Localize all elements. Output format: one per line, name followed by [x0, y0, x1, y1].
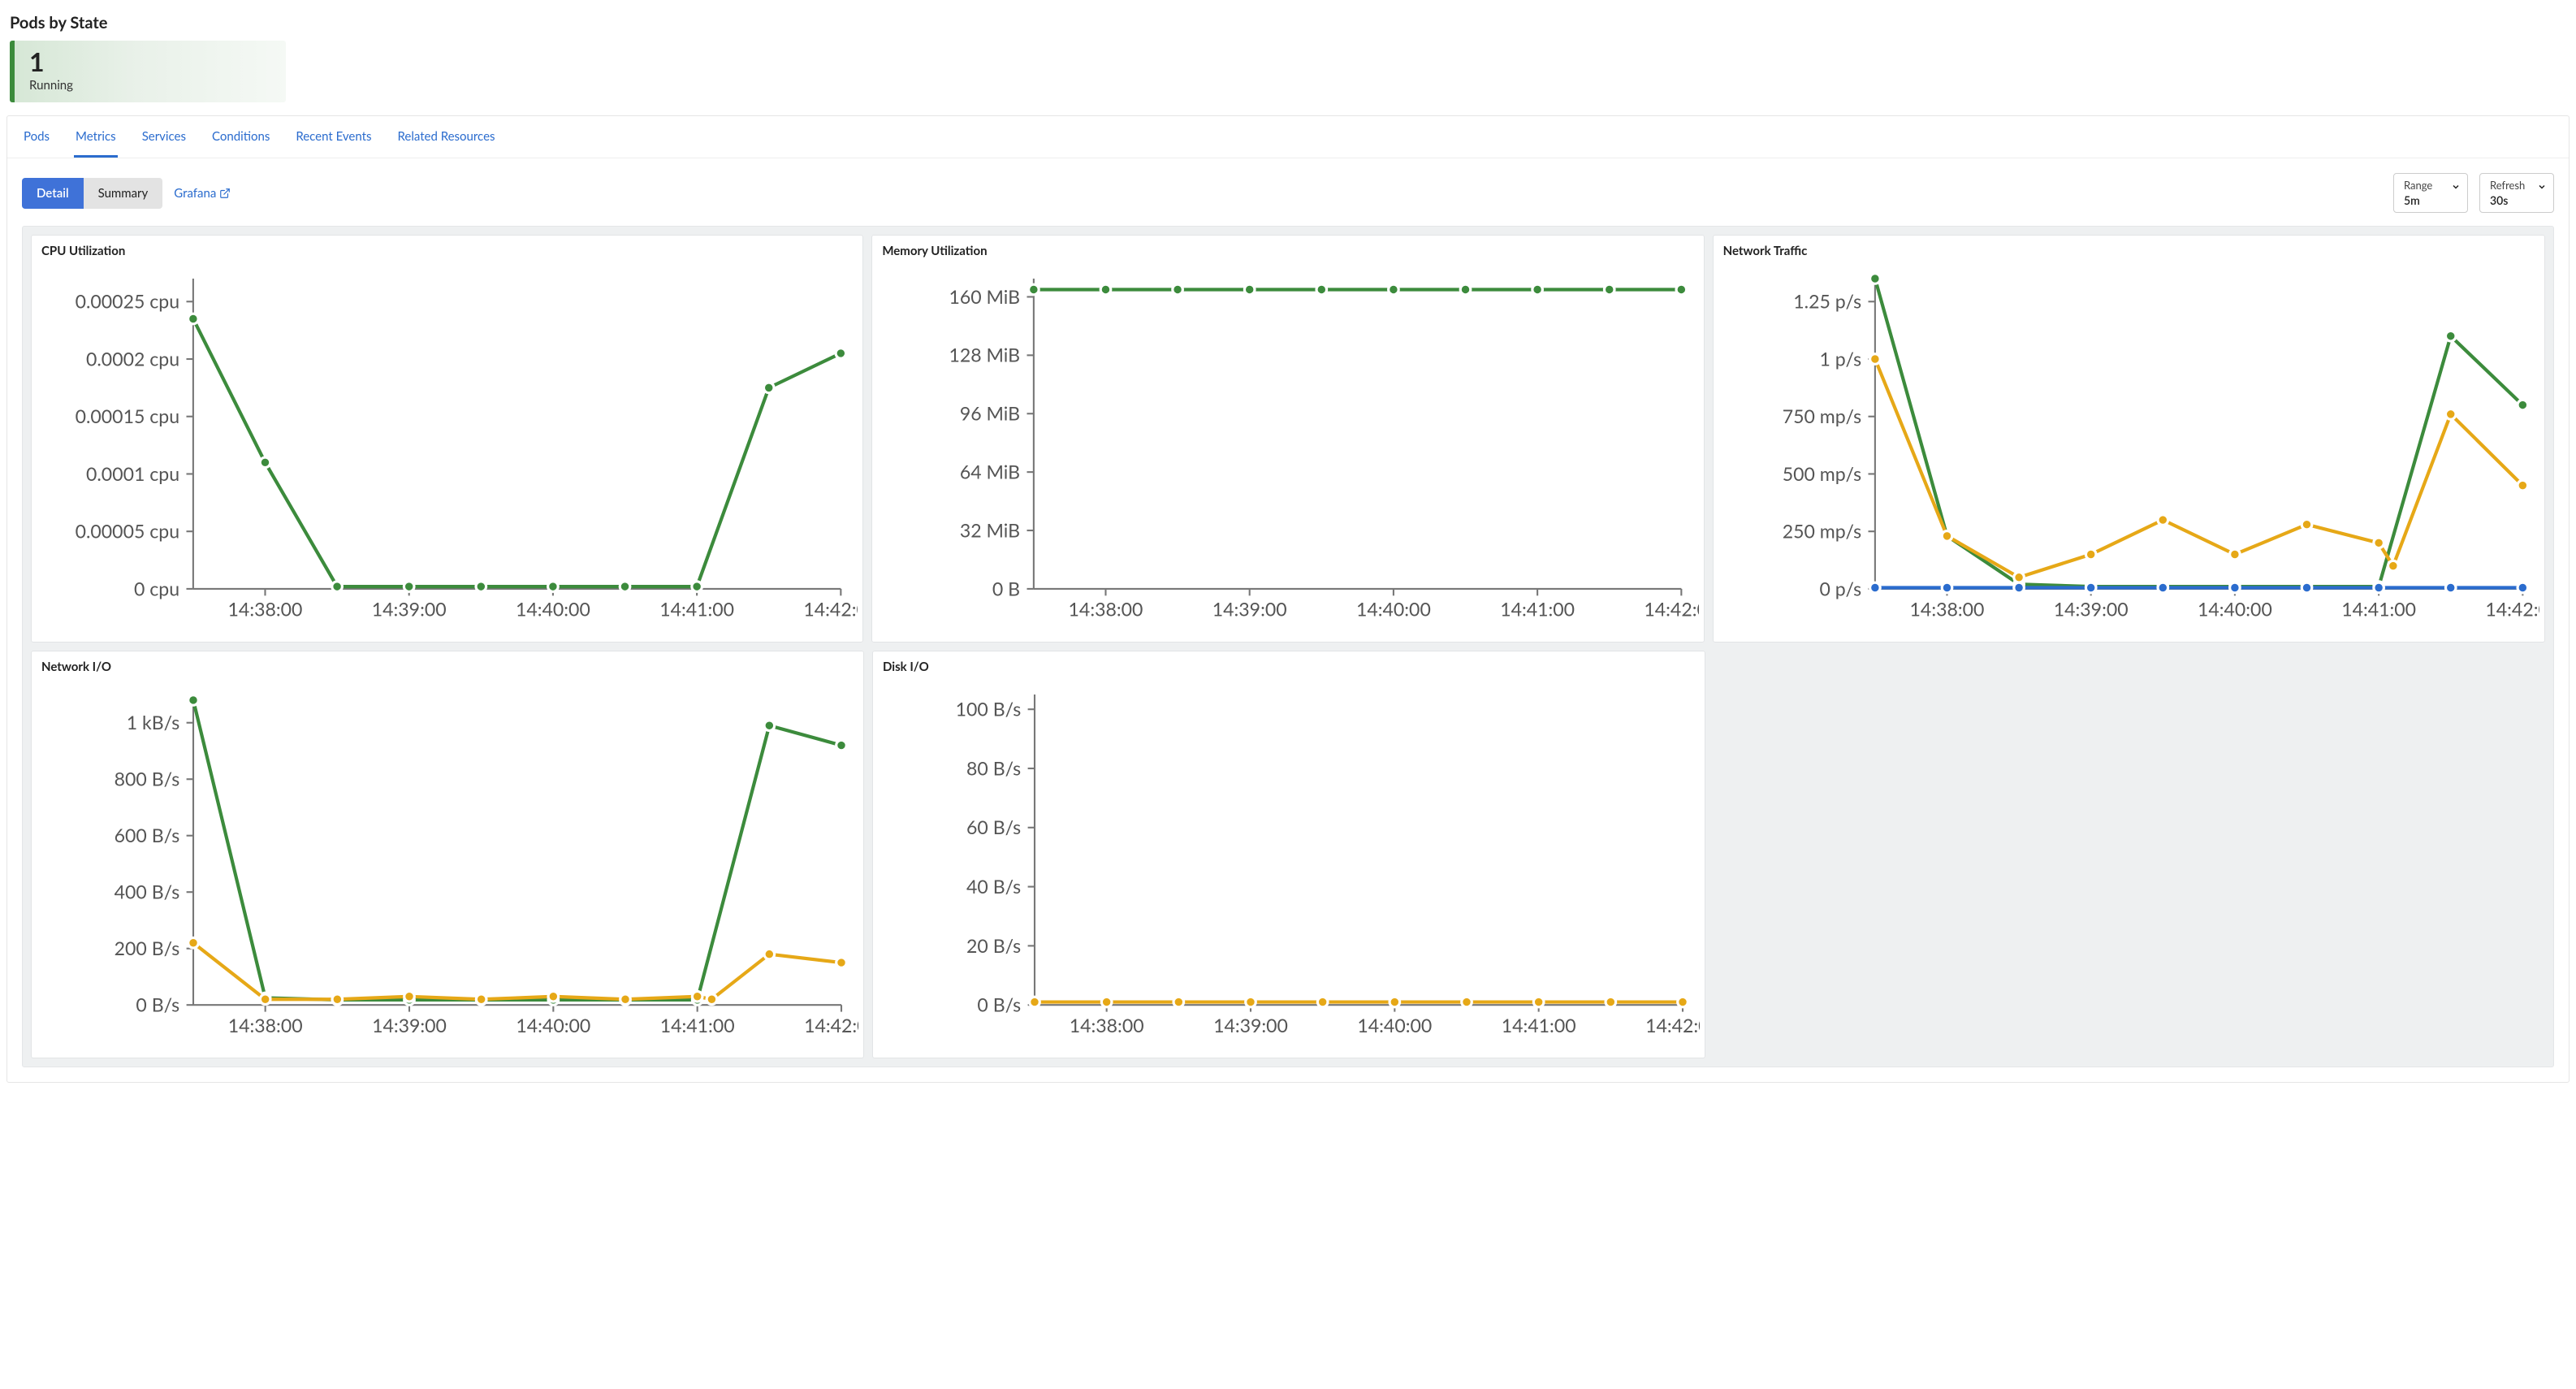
- chart-card-memory: Memory Utilization 0 B 32 MiB 64 MiB 96 MiB…: [871, 235, 1704, 643]
- stat-label: Running: [29, 78, 271, 93]
- svg-text:750 mp/s: 750 mp/s: [1782, 405, 1861, 427]
- svg-text:14:41:00: 14:41:00: [2341, 598, 2416, 621]
- svg-text:14:42:00: 14:42:00: [1645, 598, 1699, 621]
- svg-text:14:39:00: 14:39:00: [1213, 1013, 1288, 1036]
- summary-button[interactable]: Summary: [84, 178, 163, 209]
- svg-text:0.0002 cpu: 0.0002 cpu: [86, 347, 179, 370]
- chart-grid: CPU Utilization 0 cpu 0.00005 cpu 0.0001 c…: [22, 226, 2554, 1067]
- svg-text:60 B/s: 60 B/s: [966, 816, 1021, 838]
- svg-text:128 MiB: 128 MiB: [949, 344, 1021, 366]
- chevron-down-icon: [2451, 182, 2461, 192]
- svg-text:0.00005 cpu: 0.00005 cpu: [76, 520, 180, 543]
- svg-text:0 B/s: 0 B/s: [977, 993, 1021, 1015]
- svg-text:14:42:00: 14:42:00: [803, 598, 858, 621]
- svg-text:200 B/s: 200 B/s: [115, 937, 180, 959]
- tab-conditions[interactable]: Conditions: [210, 124, 271, 158]
- svg-text:14:38:00: 14:38:00: [228, 598, 303, 621]
- svg-text:40 B/s: 40 B/s: [966, 875, 1021, 898]
- svg-text:160 MiB: 160 MiB: [949, 285, 1021, 308]
- svg-text:400 B/s: 400 B/s: [115, 880, 180, 902]
- stat-value: 1: [29, 49, 271, 75]
- tab-metrics[interactable]: Metrics: [74, 124, 118, 158]
- section-title: Pods by State: [10, 13, 2566, 32]
- chart-network-io: 0 B/s 200 B/s 400 B/s 600 B/s 800 B/s 1 kB/s 1…: [40, 677, 858, 1053]
- detail-button[interactable]: Detail: [22, 178, 84, 209]
- svg-text:14:41:00: 14:41:00: [1502, 1013, 1576, 1036]
- grafana-link-label: Grafana: [174, 186, 216, 201]
- svg-text:14:41:00: 14:41:00: [1501, 598, 1575, 621]
- chart-title: Network I/O: [41, 660, 858, 674]
- svg-text:14:39:00: 14:39:00: [2053, 598, 2128, 621]
- chart-title: CPU Utilization: [41, 244, 858, 258]
- chart-title: Network Traffic: [1723, 244, 2539, 258]
- svg-text:64 MiB: 64 MiB: [960, 461, 1020, 483]
- chart-network-traffic: 0 p/s 250 mp/s 500 mp/s 750 mp/s 1 p/s 1.25 p…: [1722, 262, 2539, 637]
- svg-text:14:38:00: 14:38:00: [1070, 1013, 1144, 1036]
- svg-text:0.00015 cpu: 0.00015 cpu: [76, 405, 180, 427]
- refresh-value: 30s: [2490, 193, 2529, 207]
- chart-cpu: 0 cpu 0.00005 cpu 0.0001 cpu 0.00015 cpu 0.0…: [40, 262, 858, 637]
- svg-text:14:39:00: 14:39:00: [372, 1013, 447, 1036]
- svg-text:14:41:00: 14:41:00: [659, 598, 734, 621]
- tab-related-resources[interactable]: Related Resources: [395, 124, 496, 158]
- svg-text:250 mp/s: 250 mp/s: [1782, 520, 1861, 543]
- refresh-dropdown[interactable]: Refresh 30s: [2479, 173, 2554, 213]
- svg-text:96 MiB: 96 MiB: [960, 402, 1020, 425]
- svg-text:0.00025 cpu: 0.00025 cpu: [76, 290, 180, 313]
- svg-text:1 p/s: 1 p/s: [1819, 347, 1861, 370]
- svg-text:14:40:00: 14:40:00: [1356, 598, 1431, 621]
- svg-text:14:40:00: 14:40:00: [1357, 1013, 1432, 1036]
- svg-text:0 B: 0 B: [992, 577, 1020, 599]
- chart-title: Disk I/O: [883, 660, 1700, 674]
- svg-text:14:38:00: 14:38:00: [1909, 598, 1984, 621]
- svg-text:0 cpu: 0 cpu: [134, 577, 179, 599]
- svg-text:14:40:00: 14:40:00: [2198, 598, 2272, 621]
- chart-card-disk-io: Disk I/O 0 B/s 20 B/s 40 B/s 60 B/s 80 B/s 10…: [872, 651, 1705, 1058]
- chart-disk-io: 0 B/s 20 B/s 40 B/s 60 B/s 80 B/s 100 B/s 14:3…: [881, 677, 1700, 1053]
- metrics-panel: Pods Metrics Services Conditions Recent …: [6, 115, 2570, 1083]
- metrics-toolbar: Detail Summary Grafana Range 5m Refresh …: [7, 158, 2569, 219]
- grafana-link[interactable]: Grafana: [174, 186, 231, 201]
- range-value: 5m: [2404, 193, 2443, 207]
- external-link-icon: [219, 188, 231, 199]
- chart-title: Memory Utilization: [882, 244, 1698, 258]
- chart-memory: 0 B 32 MiB 64 MiB 96 MiB 128 MiB 160 MiB 14:38…: [880, 262, 1698, 637]
- svg-text:0 p/s: 0 p/s: [1819, 577, 1861, 599]
- stat-card-running: 1 Running: [10, 41, 286, 102]
- svg-text:1.25 p/s: 1.25 p/s: [1793, 290, 1861, 313]
- svg-text:14:40:00: 14:40:00: [516, 1013, 590, 1036]
- view-toggle: Detail Summary: [22, 178, 162, 209]
- svg-text:14:42:00: 14:42:00: [2485, 598, 2539, 621]
- svg-text:0 B/s: 0 B/s: [136, 993, 179, 1015]
- chart-card-network-io: Network I/O 0 B/s 200 B/s 400 B/s 600 B/s 80…: [31, 651, 864, 1058]
- range-label: Range: [2404, 179, 2443, 192]
- chevron-down-icon: [2537, 182, 2547, 192]
- svg-text:20 B/s: 20 B/s: [966, 933, 1021, 956]
- range-dropdown[interactable]: Range 5m: [2393, 173, 2468, 213]
- svg-text:14:42:00: 14:42:00: [804, 1013, 858, 1036]
- chart-card-network-traffic: Network Traffic 0 p/s 250 mp/s 500 mp/s 750…: [1713, 235, 2545, 643]
- svg-text:500 mp/s: 500 mp/s: [1782, 462, 1861, 485]
- svg-text:14:38:00: 14:38:00: [228, 1013, 303, 1036]
- svg-text:14:42:00: 14:42:00: [1645, 1013, 1700, 1036]
- svg-text:80 B/s: 80 B/s: [966, 756, 1021, 779]
- chart-card-cpu: CPU Utilization 0 cpu 0.00005 cpu 0.0001 c…: [31, 235, 863, 643]
- svg-text:800 B/s: 800 B/s: [115, 767, 180, 790]
- svg-text:100 B/s: 100 B/s: [956, 697, 1022, 720]
- svg-text:14:39:00: 14:39:00: [1212, 598, 1287, 621]
- svg-text:14:38:00: 14:38:00: [1069, 598, 1143, 621]
- svg-text:32 MiB: 32 MiB: [960, 518, 1020, 541]
- svg-text:600 B/s: 600 B/s: [115, 824, 180, 846]
- svg-text:0.0001 cpu: 0.0001 cpu: [86, 462, 179, 485]
- tab-services[interactable]: Services: [140, 124, 188, 158]
- refresh-label: Refresh: [2490, 179, 2529, 192]
- svg-text:14:40:00: 14:40:00: [516, 598, 590, 621]
- tab-pods[interactable]: Pods: [22, 124, 51, 158]
- tab-bar: Pods Metrics Services Conditions Recent …: [7, 116, 2569, 158]
- svg-text:14:39:00: 14:39:00: [372, 598, 447, 621]
- svg-text:1 kB/s: 1 kB/s: [127, 711, 180, 733]
- chart-empty-slot: [1714, 651, 2545, 1058]
- tab-recent-events[interactable]: Recent Events: [294, 124, 373, 158]
- svg-text:14:41:00: 14:41:00: [660, 1013, 735, 1036]
